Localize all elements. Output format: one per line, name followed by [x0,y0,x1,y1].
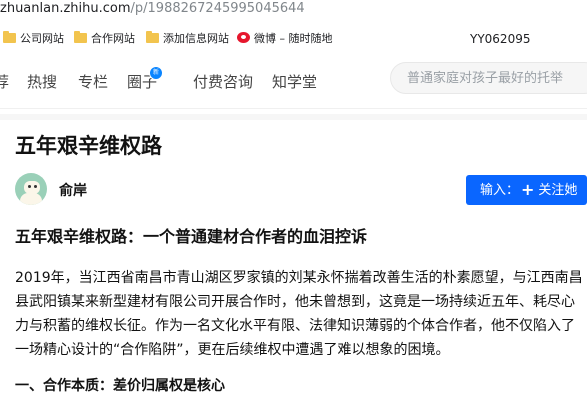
bookmarks-bar: 公司网站 合作网站 添加信息网站 微博 – 随时随地 YY062095 [0,26,587,52]
url-text[interactable]: zhuanlan.zhihu.com/p/1988267245995045644 [0,0,305,18]
nav-item-paid-consult[interactable]: 付费咨询 [193,71,253,92]
folder-icon [74,31,87,43]
paragraph-line: 一场精心设计的“合作陷阱”，更在后续维权中遭遇了难以想象的困境。 [15,342,450,358]
bookmark-label: 微博 – 随时随地 [254,32,333,45]
article-heading: 五年艰辛维权路：一个普通建材合作者的血泪控诉 [15,227,368,246]
search-input[interactable] [405,70,587,87]
weibo-icon [237,32,250,43]
follow-prefix: 输入： [480,183,520,198]
paragraph-line: 力与积蓄的维权长征。作为一名文化水平有限、法律知识薄弱的个体合作者，他不仅陷入了 [15,318,575,334]
article-paragraph: 2019年，当江西省南昌市青山湖区罗家镇的刘某永怀揣着改善生活的朴素愿望，与江西… [15,266,585,362]
folder-icon [146,31,159,43]
nav-item-hot-search[interactable]: 热搜 [27,71,57,92]
paragraph-line: 2019年，当江西省南昌市青山湖区罗家镇的刘某永怀揣着改善生活的朴素愿望，与江西… [15,270,583,286]
code-label: YY062095 [470,32,531,46]
follow-label: 关注她 [538,183,578,198]
url-host: zhuanlan.zhihu.com [0,1,131,16]
nav-item-zhixuetang[interactable]: 知学堂 [272,71,317,92]
avatar[interactable] [15,173,47,205]
folder-icon [3,31,16,43]
paragraph-line: 县武阳镇某来新型建材有限公司开展合作时，他未曾想到，这竟是一场持续近五年、耗尽心 [15,294,575,310]
section-heading: 一、合作本质：差价归属权是核心 [15,378,225,394]
bookmark-label: 添加信息网站 [163,32,229,45]
new-badge: 新 [149,66,163,80]
author-name[interactable]: 俞岸 [59,180,87,200]
divider [0,114,587,120]
search-box[interactable] [390,62,587,94]
bookmark-company-sites[interactable]: 公司网站 [3,30,64,48]
nav-item-column[interactable]: 专栏 [78,71,108,92]
nav-item-recommend[interactable]: 荐 [0,71,9,92]
article-title: 五年艰辛维权路 [15,134,162,158]
bookmark-label: 合作网站 [91,32,135,45]
address-bar[interactable]: zhuanlan.zhihu.com/p/1988267245995045644 [0,0,587,22]
bookmark-label: 公司网站 [20,32,64,45]
plus-icon: + [521,180,535,199]
bookmark-weibo[interactable]: 微博 – 随时随地 [237,30,333,48]
bookmark-partner-sites[interactable]: 合作网站 [74,30,135,48]
bookmark-add-info-sites[interactable]: 添加信息网站 [146,30,229,48]
follow-button[interactable]: 输入： + 关注她 [466,175,587,205]
url-path: /p/1988267245995045644 [130,1,305,16]
